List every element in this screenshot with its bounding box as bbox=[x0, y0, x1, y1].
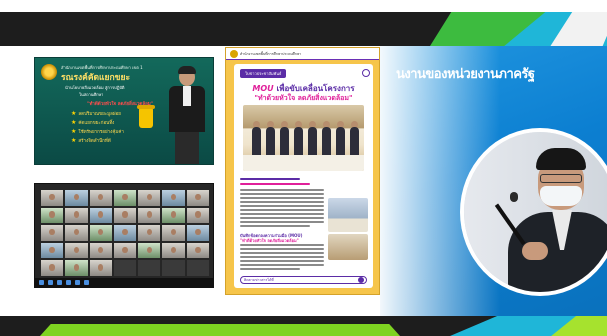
signing-ceremony-photo bbox=[243, 105, 364, 171]
poster-subtitle: "ทำด้วยหัวใจ ลดภัยสิ่งแวดล้อม" bbox=[254, 94, 353, 102]
bottom-green-stripe bbox=[40, 324, 400, 336]
poster-footer-text: ติดตามข่าวสารได้ที่ bbox=[244, 278, 274, 282]
slide1-bullet: ★ ลดปริมาณขยะมูลฝอย bbox=[71, 110, 121, 117]
participant-grid bbox=[41, 190, 209, 276]
star-icon: ★ bbox=[71, 110, 77, 117]
slide1-line: นำนโยบายสิ่งแวดล้อม สู่การปฏิบัติ bbox=[65, 85, 125, 90]
trash-bin-icon bbox=[137, 105, 155, 128]
slide-heading: นงานของหน่วยงานภาครัฐ bbox=[396, 67, 535, 82]
share-icon bbox=[358, 277, 364, 283]
speaker-webcam-video bbox=[464, 132, 607, 292]
mou-news-poster: สำนักงานเขตพื้นที่การศึกษาประถมศึกษา ใบข… bbox=[225, 47, 380, 295]
poster-photo-small bbox=[328, 234, 368, 260]
poster-tag: ใบข่าวประชาสัมพันธ์ bbox=[240, 69, 287, 78]
campaign-slide-thumbnail: สำนักงานเขตพื้นที่การศึกษาประถมศึกษา เขต… bbox=[34, 57, 214, 165]
slide1-title: รณรงค์คัดแยกขยะ bbox=[61, 73, 131, 83]
slide1-bullet: ★ คัดแยกขยะก่อนทิ้ง bbox=[71, 119, 115, 126]
poster-section-subtitle: "ทำดีด้วยหัวใจ ลดภัยสิ่งแวดล้อม" bbox=[240, 238, 299, 243]
poster-logo-icon bbox=[230, 50, 238, 58]
presentation-stage: นงานของหน่วยงานภาครัฐ สำนักงานเขตพื้นที่… bbox=[0, 0, 607, 336]
poster-header-text: สำนักงานเขตพื้นที่การศึกษาประถมศึกษา bbox=[240, 52, 302, 56]
taskbar bbox=[35, 278, 213, 287]
slide1-bullet: ★ สร้างจิตสำนึกที่ดี bbox=[71, 137, 111, 144]
star-icon: ★ bbox=[71, 137, 77, 144]
office-logo-icon bbox=[41, 64, 57, 80]
slide1-bullet: ★ ใช้ทรัพยากรอย่างคุ้มค่า bbox=[71, 128, 124, 135]
poster-badge-icon bbox=[362, 69, 370, 77]
poster-photo-small bbox=[328, 198, 368, 232]
slide1-line: ในสถานศึกษา bbox=[79, 92, 104, 97]
star-icon: ★ bbox=[71, 128, 77, 135]
presenter-figure bbox=[165, 66, 209, 164]
star-icon: ★ bbox=[71, 119, 77, 126]
top-white-strip bbox=[0, 0, 607, 12]
video-conference-thumbnail bbox=[34, 183, 214, 288]
